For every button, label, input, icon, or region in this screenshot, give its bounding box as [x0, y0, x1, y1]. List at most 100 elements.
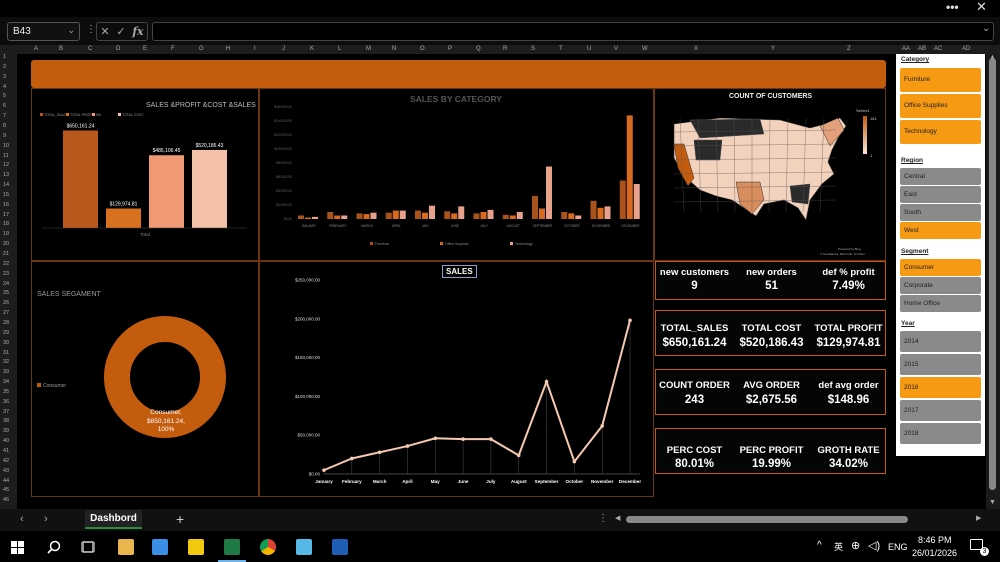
- slicer-item-office-supplies[interactable]: Office Supplies: [900, 94, 981, 118]
- row-header[interactable]: 38: [3, 418, 9, 424]
- row-header[interactable]: 10: [3, 143, 9, 149]
- data-point[interactable]: [433, 436, 438, 441]
- vertical-scroll-thumb[interactable]: [989, 58, 996, 490]
- app-icon[interactable]: [332, 539, 348, 555]
- tab-prev-icon[interactable]: ‹: [20, 513, 24, 525]
- hscroll-right-icon[interactable]: ▶: [976, 514, 981, 522]
- row-header[interactable]: 41: [3, 448, 9, 454]
- row-header[interactable]: 17: [3, 212, 9, 218]
- column-header[interactable]: S: [531, 46, 535, 52]
- scroll-down-icon[interactable]: ▼: [989, 499, 996, 506]
- slicer-item-south[interactable]: South: [900, 204, 981, 221]
- row-header[interactable]: 23: [3, 271, 9, 277]
- row-header[interactable]: 39: [3, 428, 9, 434]
- column-header[interactable]: F: [171, 46, 175, 52]
- hscroll-left-icon[interactable]: ◀: [615, 514, 620, 522]
- bar[interactable]: [539, 208, 545, 220]
- bar[interactable]: [546, 166, 552, 220]
- column-header[interactable]: D: [116, 46, 120, 52]
- column-header[interactable]: AD: [962, 46, 970, 52]
- bar[interactable]: [444, 211, 451, 219]
- row-header[interactable]: 32: [3, 359, 9, 365]
- row-header[interactable]: 42: [3, 458, 9, 464]
- bar[interactable]: [106, 208, 141, 228]
- row-header[interactable]: 34: [3, 379, 9, 385]
- bar[interactable]: [626, 115, 633, 219]
- close-icon[interactable]: ✕: [976, 0, 987, 15]
- slicer-item-west[interactable]: West: [900, 222, 981, 239]
- row-header[interactable]: 8: [3, 123, 6, 129]
- bar[interactable]: [334, 215, 341, 220]
- row-header[interactable]: 19: [3, 231, 9, 237]
- bar[interactable]: [415, 210, 421, 219]
- column-header[interactable]: X: [694, 46, 698, 52]
- volume-icon[interactable]: ◁): [868, 539, 880, 552]
- column-header[interactable]: A: [34, 46, 38, 52]
- column-header[interactable]: Q: [476, 46, 481, 52]
- row-header[interactable]: 16: [3, 202, 9, 208]
- column-header[interactable]: C: [88, 46, 92, 52]
- bar[interactable]: [487, 209, 494, 219]
- bar[interactable]: [597, 207, 604, 219]
- ime-icon[interactable]: 英: [834, 540, 843, 553]
- slicer-item-home-office[interactable]: Home Office: [900, 295, 981, 312]
- row-header[interactable]: 24: [3, 281, 9, 287]
- bar[interactable]: [312, 216, 318, 219]
- bar[interactable]: [392, 210, 399, 219]
- category-chart[interactable]: $0.00 $20,000.00 $40,000.00 $60,000.00 $80,0…: [260, 89, 653, 260]
- bar[interactable]: [532, 195, 538, 219]
- data-point[interactable]: [489, 437, 493, 441]
- bar[interactable]: [516, 212, 523, 219]
- windows-start-icon[interactable]: [11, 541, 24, 554]
- column-header[interactable]: H: [226, 46, 230, 52]
- column-header[interactable]: N: [392, 46, 396, 52]
- row-header[interactable]: 2: [3, 64, 6, 70]
- bar[interactable]: [63, 130, 98, 228]
- file-explorer-icon[interactable]: [118, 539, 134, 555]
- us-map-chart[interactable]: Series1 161 1 Powered by Bing © GeoNames…: [660, 104, 882, 258]
- bar[interactable]: [341, 215, 348, 220]
- row-header[interactable]: 30: [3, 340, 9, 346]
- column-header[interactable]: AA: [902, 46, 910, 52]
- bar[interactable]: [451, 213, 458, 219]
- column-header[interactable]: J: [282, 46, 285, 52]
- chevron-down-icon[interactable]: ⌄: [67, 25, 75, 36]
- bar[interactable]: [298, 215, 304, 220]
- slicer-item-consumer[interactable]: Consumer: [900, 259, 981, 276]
- column-header[interactable]: R: [503, 46, 507, 52]
- slicer-item-2015[interactable]: 2015: [900, 354, 981, 375]
- sales-series-line[interactable]: [323, 320, 631, 472]
- column-header[interactable]: L: [338, 46, 341, 52]
- row-header[interactable]: 11: [3, 153, 9, 159]
- data-point[interactable]: [516, 453, 521, 458]
- task-view-icon[interactable]: [81, 541, 95, 553]
- column-header[interactable]: AC: [934, 46, 942, 52]
- data-point[interactable]: [600, 424, 604, 428]
- bar[interactable]: [327, 212, 334, 219]
- bar[interactable]: [385, 212, 392, 219]
- bar[interactable]: [399, 210, 406, 219]
- globe-icon[interactable]: ⊕: [851, 539, 860, 552]
- slicer-item-corporate[interactable]: Corporate: [900, 277, 981, 294]
- bar[interactable]: [590, 200, 597, 219]
- bar[interactable]: [575, 215, 582, 220]
- bar[interactable]: [356, 213, 363, 219]
- bar[interactable]: [429, 205, 435, 219]
- data-point[interactable]: [377, 450, 382, 455]
- expand-formula-icon[interactable]: ⌄: [982, 23, 990, 34]
- row-header[interactable]: 3: [3, 74, 6, 80]
- row-header[interactable]: 15: [3, 192, 9, 198]
- slicer-item-2016[interactable]: 2016: [900, 377, 981, 398]
- row-header[interactable]: 14: [3, 182, 9, 188]
- slicer-item-technology[interactable]: Technology: [900, 120, 981, 144]
- add-sheet-button[interactable]: +: [176, 511, 184, 527]
- row-header[interactable]: 4: [3, 84, 6, 90]
- row-header[interactable]: 40: [3, 438, 9, 444]
- chrome-icon[interactable]: [260, 539, 276, 555]
- language-indicator[interactable]: ENG: [888, 542, 908, 552]
- row-header[interactable]: 12: [3, 162, 9, 168]
- bar[interactable]: [480, 212, 487, 219]
- row-header[interactable]: 45: [3, 487, 9, 493]
- data-point[interactable]: [461, 437, 465, 441]
- row-header[interactable]: 6: [3, 103, 6, 109]
